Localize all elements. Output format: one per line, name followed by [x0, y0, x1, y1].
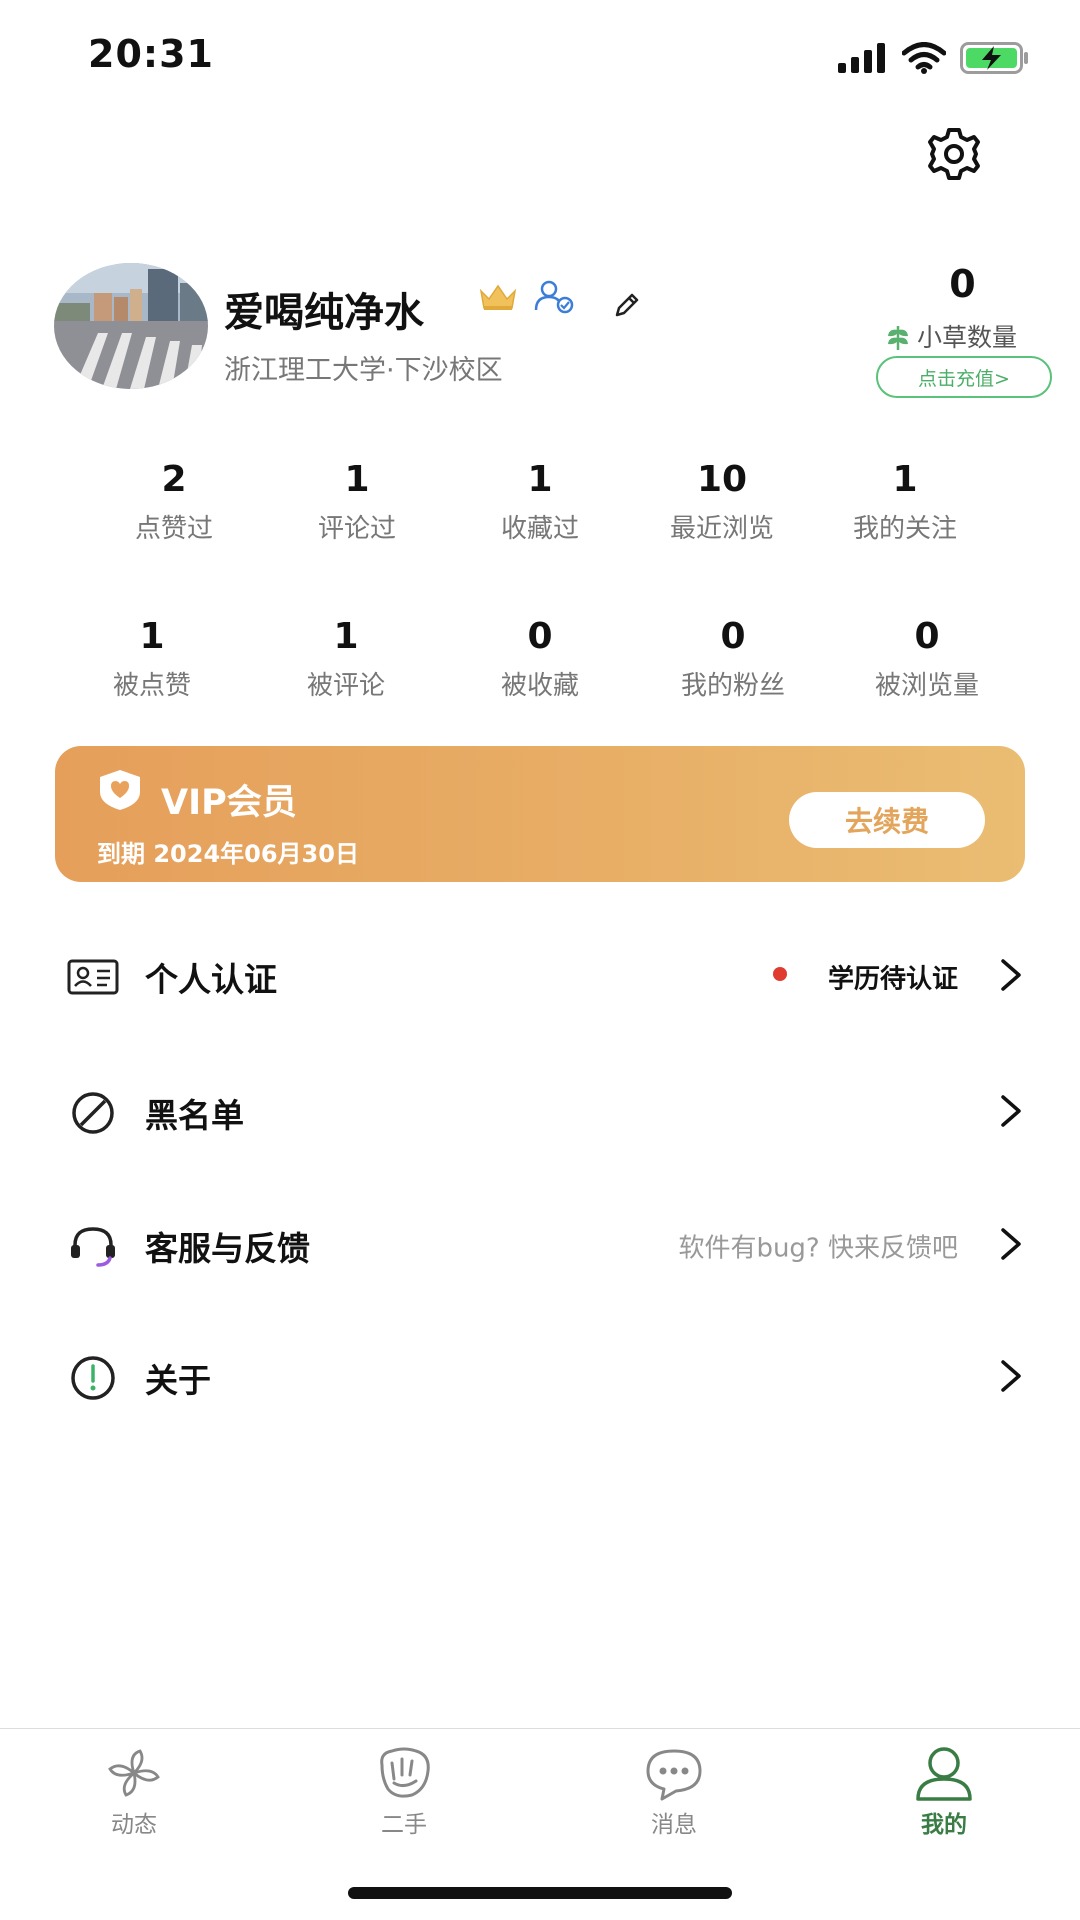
vip-card[interactable]: VIP会员 到期 2024年06月30日 去续费 — [55, 746, 1025, 882]
menu-label: 个人认证 — [145, 960, 277, 999]
tab-label: 消息 — [651, 1812, 697, 1838]
stat-label: 点赞过 — [134, 514, 213, 544]
stat-label: 被点赞 — [112, 671, 191, 701]
stat-liked[interactable]: 2 点赞过 — [89, 458, 259, 545]
grass-leaf-icon — [888, 326, 908, 350]
grass-label-row: 小草数量 — [885, 318, 1017, 354]
stat-value: 1 — [344, 459, 370, 500]
menu-item-blacklist[interactable]: 黑名单 — [0, 1058, 1080, 1168]
grass-count: 0 — [949, 262, 976, 306]
recharge-button[interactable]: 点击充值> — [876, 356, 1052, 398]
battery-icon — [960, 42, 1028, 74]
stat-value: 0 — [527, 616, 553, 657]
stat-value: 1 — [892, 459, 918, 500]
school-label: 浙江理工大学·下沙校区 — [224, 355, 503, 386]
username: 爱喝纯净水 — [224, 290, 424, 336]
tab-secondhand[interactable]: 二手 — [334, 1741, 474, 1839]
status-icons — [838, 38, 1030, 78]
stat-value: 2 — [161, 459, 187, 500]
stat-label: 收藏过 — [500, 514, 579, 544]
pinwheel-icon — [64, 1741, 204, 1805]
info-icon — [66, 1351, 120, 1405]
vip-renew-button[interactable]: 去续费 — [789, 792, 985, 848]
chevron-right-icon — [998, 1358, 1024, 1398]
home-indicator — [348, 1887, 732, 1899]
stat-recent-views[interactable]: 10 最近浏览 — [637, 458, 807, 545]
stat-label: 被收藏 — [500, 671, 579, 701]
stat-label: 我的粉丝 — [680, 671, 785, 701]
menu-label: 客服与反馈 — [145, 1229, 310, 1268]
crown-icon — [478, 283, 518, 317]
chat-icon — [604, 1741, 744, 1805]
avatar[interactable] — [54, 263, 208, 389]
grass-label: 小草数量 — [917, 323, 1018, 352]
user-icon — [874, 1741, 1014, 1805]
block-icon — [66, 1086, 120, 1140]
stat-value: 0 — [720, 616, 746, 657]
unread-dot — [773, 967, 787, 981]
menu-hint: 软件有bug? 快来反馈吧 — [678, 1233, 958, 1264]
stat-got-favorites[interactable]: 0 被收藏 — [455, 615, 625, 702]
stat-got-likes[interactable]: 1 被点赞 — [67, 615, 237, 702]
friend-verified-icon[interactable] — [534, 280, 576, 318]
tab-mine[interactable]: 我的 — [874, 1741, 1014, 1839]
hand-icon — [334, 1741, 474, 1805]
stat-fans[interactable]: 0 我的粉丝 — [648, 615, 818, 702]
vip-shield-icon — [97, 768, 143, 816]
tab-label: 动态 — [111, 1812, 157, 1838]
gear-icon — [928, 128, 980, 180]
menu-item-verification[interactable]: 个人认证 学历待认证 — [0, 922, 1080, 1032]
edit-pencil-icon[interactable] — [612, 290, 642, 324]
tab-messages[interactable]: 消息 — [604, 1741, 744, 1839]
tab-label: 我的 — [921, 1812, 967, 1838]
menu-label: 关于 — [145, 1361, 211, 1400]
status-time: 20:31 — [88, 32, 214, 76]
menu-hint: 学历待认证 — [827, 964, 958, 995]
stat-label: 我的关注 — [852, 514, 957, 544]
tab-feed[interactable]: 动态 — [64, 1741, 204, 1839]
menu-item-support[interactable]: 客服与反馈 软件有bug? 快来反馈吧 — [0, 1191, 1080, 1301]
tab-label: 二手 — [381, 1812, 427, 1838]
stat-value: 1 — [333, 616, 359, 657]
stat-value: 1 — [139, 616, 165, 657]
stat-favorited[interactable]: 1 收藏过 — [455, 458, 625, 545]
chevron-right-icon — [998, 957, 1024, 997]
stat-got-comments[interactable]: 1 被评论 — [261, 615, 431, 702]
settings-button[interactable] — [918, 118, 990, 190]
menu-item-about[interactable]: 关于 — [0, 1323, 1080, 1433]
stat-following[interactable]: 1 我的关注 — [820, 458, 990, 545]
stat-label: 被浏览量 — [874, 671, 979, 701]
menu-label: 黑名单 — [145, 1096, 244, 1135]
chevron-right-icon — [998, 1226, 1024, 1266]
stat-value: 10 — [696, 459, 748, 500]
stat-label: 最近浏览 — [669, 514, 774, 544]
stat-label: 评论过 — [317, 514, 396, 544]
wifi-icon — [902, 42, 946, 74]
headset-icon — [66, 1219, 120, 1273]
stat-views-received[interactable]: 0 被浏览量 — [842, 615, 1012, 702]
stat-commented[interactable]: 1 评论过 — [272, 458, 442, 545]
signal-icon — [838, 43, 885, 73]
stat-value: 1 — [527, 459, 553, 500]
stat-label: 被评论 — [306, 671, 385, 701]
id-card-icon — [66, 950, 120, 1004]
vip-expire-date: 到期 2024年06月30日 — [97, 840, 359, 868]
stat-value: 0 — [914, 616, 940, 657]
vip-title: VIP会员 — [161, 783, 297, 823]
chevron-right-icon — [998, 1093, 1024, 1133]
status-bar: 20:31 — [0, 0, 1080, 110]
